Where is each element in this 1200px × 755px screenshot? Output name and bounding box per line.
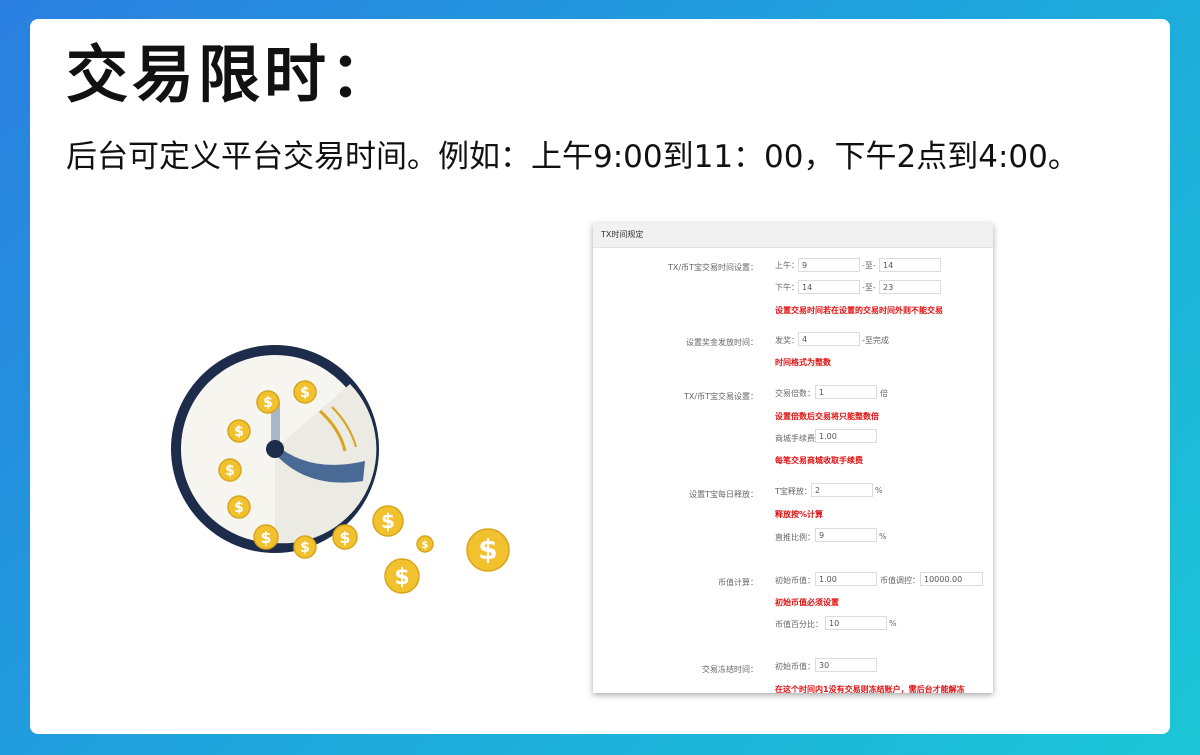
freeze-init-label: 初始币值：: [775, 662, 815, 671]
svg-text:$: $: [339, 528, 350, 547]
reward-send-input[interactable]: 4: [798, 332, 860, 346]
svg-text:$: $: [225, 463, 235, 479]
svg-text:$: $: [422, 540, 429, 551]
reward-send-label: 发奖：: [775, 336, 799, 345]
pm-start-input[interactable]: 14: [798, 280, 860, 294]
freeze-init-input[interactable]: 30: [815, 658, 877, 672]
clock-coins-illustration: $ $ $ $ $ $ $ $ $ $ $ $: [171, 345, 510, 594]
freeze-time-label: 交易冻结时间：: [702, 665, 758, 674]
coin-control-input[interactable]: 10000.00: [920, 572, 983, 586]
reward-time-label: 设置奖金发放时间：: [686, 338, 758, 347]
coin-percent-label: 币值百分比：: [775, 620, 823, 629]
freeze-note: 在这个时间内1没有交易则冻结账户，需后台才能解冻: [775, 685, 965, 693]
clock-icon: [171, 345, 379, 553]
tx-time-note: 设置交易时间若在设置的交易时间外则不能交易: [775, 306, 943, 315]
am-end-input[interactable]: 14: [879, 258, 941, 272]
pm-label: 下午：: [775, 283, 799, 292]
direct-ratio-label: 直推比例：: [775, 533, 815, 542]
page-title: 交易限时：: [66, 38, 397, 111]
coin-control-label: 币值调控：: [880, 576, 920, 585]
release-rate-unit: %: [875, 486, 883, 495]
svg-text:$: $: [478, 533, 497, 566]
trade-multiple-label: 交易倍数：: [775, 389, 815, 398]
svg-text:$: $: [300, 540, 310, 556]
svg-text:$: $: [260, 528, 271, 547]
mall-fee-note: 每笔交易商城收取手续费: [775, 456, 863, 465]
tx-time-settings-panel: TX时间规定 TX/币T宝交易时间设置： 上午： 9 -至- 14 下午： 14…: [593, 223, 993, 693]
coin-calc-label: 币值计算：: [718, 578, 758, 587]
coin-percent-unit: %: [889, 619, 897, 628]
am-separator: -至-: [862, 261, 876, 270]
mall-fee-input[interactable]: 1.00: [815, 429, 877, 443]
release-rate-label: T宝释放：: [775, 487, 812, 496]
svg-text:$: $: [381, 509, 395, 533]
content-card: 交易限时： 后台可定义平台交易时间。例如：上午9:00到11：00，下午2点到4…: [30, 19, 1170, 734]
release-label: 设置T宝每日释放：: [689, 490, 758, 499]
reward-note: 时间格式为整数: [775, 358, 831, 367]
tx-time-label: TX/币T宝交易时间设置：: [668, 263, 758, 272]
am-label: 上午：: [775, 261, 799, 270]
coin-init-label: 初始币值：: [775, 576, 815, 585]
svg-text:$: $: [263, 395, 273, 411]
coin-init-note: 初始币值必须设置: [775, 598, 839, 607]
svg-text:$: $: [234, 500, 244, 516]
pm-separator: -至-: [862, 283, 876, 292]
trade-multiple-note: 设置倍数后交易将只能整数倍: [775, 412, 879, 421]
release-rate-input[interactable]: 2: [811, 483, 873, 497]
mall-fee-label: 商城手续费: [775, 434, 815, 443]
svg-text:$: $: [394, 565, 409, 590]
direct-ratio-unit: %: [879, 532, 887, 541]
trade-settings-label: TX/币T宝交易设置：: [684, 392, 758, 401]
pm-end-input[interactable]: 23: [879, 280, 941, 294]
panel-header: TX时间规定: [593, 223, 993, 248]
am-start-input[interactable]: 9: [798, 258, 860, 272]
release-note: 释放按%计算: [775, 510, 824, 519]
trade-multiple-input[interactable]: 1: [815, 385, 877, 399]
reward-suffix: -至完成: [862, 336, 889, 345]
coin-init-input[interactable]: 1.00: [815, 572, 877, 586]
trade-multiple-unit: 倍: [880, 389, 888, 398]
direct-ratio-input[interactable]: 9: [815, 528, 877, 542]
coin-percent-input[interactable]: 10: [825, 616, 887, 630]
svg-text:$: $: [300, 385, 310, 401]
page-subtitle: 后台可定义平台交易时间。例如：上午9:00到11：00，下午2点到4:00。: [66, 139, 1079, 175]
svg-text:$: $: [234, 424, 244, 440]
